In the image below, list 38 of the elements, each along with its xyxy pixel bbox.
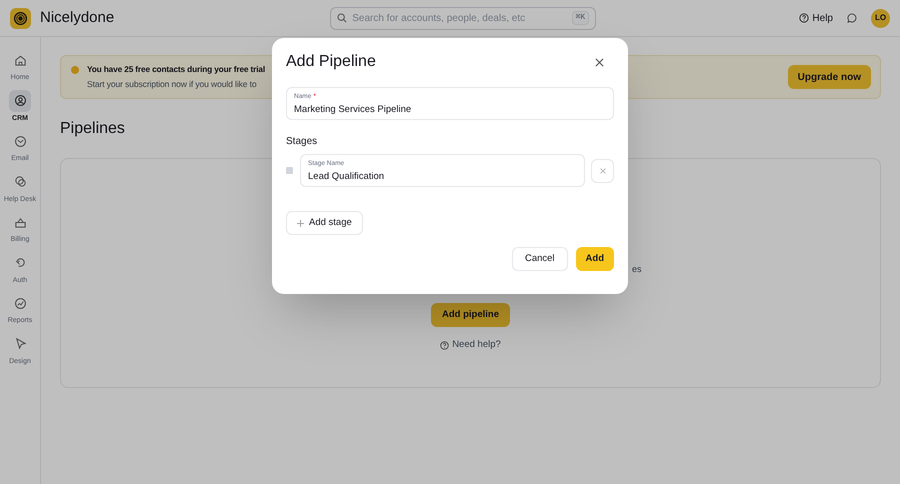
- banner-text: Start your subscription now if you would like to: [87, 78, 258, 91]
- chart-circle-icon: [14, 296, 26, 310]
- basket-icon: [14, 216, 26, 228]
- add-pipeline-button[interactable]: Add pipeline: [431, 303, 510, 327]
- info-icon: [71, 66, 79, 74]
- name-input[interactable]: Marketing Services Pipeline: [294, 103, 606, 118]
- dialog-title: Add Pipeline: [286, 52, 376, 72]
- cancel-button[interactable]: Cancel: [512, 247, 568, 271]
- close-icon: [594, 58, 604, 66]
- app-name: Nicelydone: [40, 8, 114, 28]
- upgrade-button[interactable]: Upgrade now: [788, 65, 871, 89]
- mail-icon: [14, 134, 26, 148]
- app-logo-icon: [10, 8, 31, 28]
- chat-icon[interactable]: [847, 13, 857, 23]
- search-field[interactable]: Search for accounts, people, deals, etc ⌘K: [330, 6, 596, 30]
- banner-title: You have 25 free contacts during your free trial: [87, 63, 265, 76]
- drag-handle-icon[interactable]: [286, 167, 293, 174]
- page-title: Pipelines: [60, 119, 126, 139]
- help-icon: [799, 13, 810, 23]
- help-button[interactable]: Help: [799, 10, 833, 26]
- section-label: Stages: [286, 135, 318, 149]
- home-icon: [14, 54, 26, 66]
- stage-name-input[interactable]: Lead Qualification: [308, 170, 577, 184]
- chat-bubbles-icon: [14, 175, 26, 188]
- close-icon: [600, 168, 606, 174]
- empty-state-text: es: [632, 263, 642, 276]
- arrow-loop-icon: [14, 256, 26, 269]
- need-help-link[interactable]: Need help?: [440, 338, 501, 352]
- shortcut-hint: ⌘K: [572, 11, 590, 25]
- search-input[interactable]: Search for accounts, people, deals, etc: [352, 10, 567, 26]
- add-button[interactable]: Add: [576, 247, 614, 271]
- plus-icon: [297, 220, 304, 226]
- search-icon: [337, 13, 348, 23]
- cursor-icon: [14, 337, 26, 350]
- user-circle-icon: [14, 94, 26, 107]
- help-icon: [440, 340, 450, 350]
- user-avatar[interactable]: LO: [871, 8, 890, 28]
- add-stage-button[interactable]: Add stage: [286, 211, 363, 235]
